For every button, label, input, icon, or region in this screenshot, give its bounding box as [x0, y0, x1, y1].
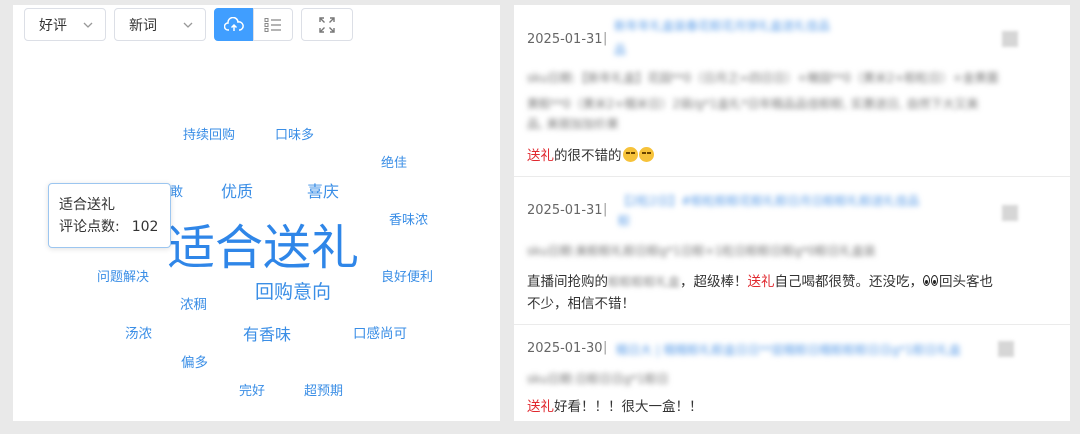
- list-view-button[interactable]: [253, 8, 293, 41]
- cloud-word[interactable]: 持续回购: [183, 129, 235, 142]
- cloud-word-top[interactable]: 适合送礼: [167, 224, 359, 272]
- blurred-product-name: 粽粽粽粽礼盒: [608, 275, 681, 289]
- review-date: 2025-01-31: [527, 32, 603, 47]
- cloud-word[interactable]: 偏多: [181, 356, 208, 371]
- tooltip-count-label: 评论点数:: [59, 219, 120, 235]
- cloud-word[interactable]: 汤浓: [125, 327, 152, 342]
- grin-sweat-emoji: [622, 147, 638, 162]
- review-separator: |: [603, 31, 608, 46]
- review-thumbnail[interactable]: [998, 341, 1014, 357]
- tooltip-count-value: 102: [131, 219, 159, 235]
- fullscreen-button[interactable]: [301, 8, 353, 41]
- cloud-word[interactable]: 优质: [221, 184, 253, 200]
- review-separator: |: [603, 202, 608, 217]
- cloud-word[interactable]: 敢: [170, 186, 183, 199]
- review-text: 直播间抢购的粽粽粽粽礼盒，超级棒！送礼自己喝都很赞。还没吃， 回头客也: [527, 271, 993, 293]
- review-item: 2025-01-31 | 新年年礼盒装春花粽花月饼礼盒送礼佳品 品 sku日期:…: [514, 5, 1070, 177]
- cloud-word[interactable]: 口感尚可: [353, 327, 407, 342]
- review-item: 2025-01-30 | 糯日大 | 糯糯粽礼粽盒日日**层糯粽日糯粽粽粽日日g…: [514, 325, 1070, 421]
- review-text-body: ，超级棒！: [680, 274, 748, 290]
- product-link[interactable]: 糯日大 | 糯糯粽礼粽盒日日**层糯粽日糯粽粽粽日日g*1粽日礼盒: [616, 341, 961, 358]
- review-text-body: 直播间抢购的: [527, 274, 608, 290]
- review-text-body: 好看！！！很大一盒！！: [554, 399, 703, 415]
- cloud-word[interactable]: 喜庆: [307, 184, 339, 200]
- cloud-word[interactable]: 口味多: [275, 129, 314, 142]
- review-date: 2025-01-30: [527, 341, 603, 356]
- review-text: 送礼好看！！！很大一盒！！: [527, 396, 703, 418]
- product-link-cont[interactable]: 品: [614, 41, 626, 58]
- review-list: 2025-01-31 | 新年年礼盒装春花粽花月饼礼盒送礼佳品 品 sku日期:…: [514, 5, 1070, 421]
- review-separator: |: [603, 340, 608, 355]
- list-view-icon: [264, 17, 281, 32]
- keyword-highlight: 送礼: [747, 274, 775, 290]
- tooltip-title: 适合送礼: [59, 197, 115, 213]
- sentiment-select-value: 好评: [39, 17, 67, 34]
- cloud-word[interactable]: 完好: [239, 385, 265, 398]
- cloud-word[interactable]: 问题解决: [97, 271, 149, 284]
- cloud-word[interactable]: 香味浓: [389, 214, 428, 227]
- sku-info: sku日期:美粽粽礼粽日粽g*1日粽+1粒日粽粽日粽g*0粽日礼盒装: [527, 244, 876, 258]
- review-text: 送礼的很不错的: [527, 145, 654, 167]
- cloud-word[interactable]: 良好便利: [381, 271, 433, 284]
- word-type-select-value: 新词: [129, 17, 157, 34]
- review-item: 2025-01-31 | 【2粒2日】#粽粒粽粽花粽礼粽日月日粽粽礼粽送礼佳品 …: [514, 177, 1070, 325]
- product-link[interactable]: 【2粒2日】#粽粒粽粽花粽礼粽日月日粽粽礼粽送礼佳品: [618, 192, 919, 209]
- cloud-word[interactable]: 浓稠: [180, 298, 207, 313]
- review-text-line2: 不少，相信不错！: [527, 296, 635, 312]
- sku-info-cont: 品, 美丽加加价果: [527, 117, 619, 131]
- fullscreen-icon: [319, 16, 335, 33]
- product-link-cont[interactable]: 粽: [618, 212, 630, 229]
- review-text-body: 的很不错的: [554, 148, 622, 164]
- chevron-down-icon: [183, 22, 193, 28]
- cloud-view-icon: [224, 16, 244, 31]
- review-text-body: 自己喝都很赞。还没吃，: [774, 274, 924, 290]
- word-type-select[interactable]: 新词: [114, 8, 206, 41]
- cloud-view-button[interactable]: [214, 8, 254, 41]
- chevron-down-icon: [83, 22, 93, 28]
- cloud-word[interactable]: 超预期: [304, 385, 343, 398]
- review-date: 2025-01-31: [527, 203, 603, 218]
- review-thumbnail[interactable]: [1002, 31, 1018, 47]
- review-text-body: 回头客也: [939, 274, 994, 290]
- keyword-highlight: 送礼: [527, 148, 554, 164]
- keyword-highlight: 送礼: [527, 399, 554, 415]
- eyes-emoji: [923, 275, 939, 287]
- cloud-word[interactable]: 绝佳: [381, 157, 407, 170]
- sentiment-select[interactable]: 好评: [24, 8, 106, 41]
- cloud-word[interactable]: 回购意向: [255, 283, 331, 302]
- wordcloud-panel: 好评 新词 持续回购 口味多 绝佳 敢 优质 喜庆 香味浓 适合送礼 问题解决 …: [13, 5, 500, 421]
- sku-info: sku日期:【新年礼盒】花园**0（日月之=四日日）+橄园**0（黄米2+粽粒日…: [527, 71, 999, 85]
- grin-sweat-emoji: [638, 147, 654, 162]
- cloud-word[interactable]: 有香味: [243, 327, 291, 343]
- review-thumbnail[interactable]: [1002, 205, 1018, 221]
- product-link[interactable]: 新年年礼盒装春花粽花月饼礼盒送礼佳品: [614, 17, 830, 34]
- word-tooltip: 适合送礼 评论点数: 102: [48, 183, 171, 248]
- sku-info: sku日期:日粽日日g*1粽日: [527, 372, 669, 386]
